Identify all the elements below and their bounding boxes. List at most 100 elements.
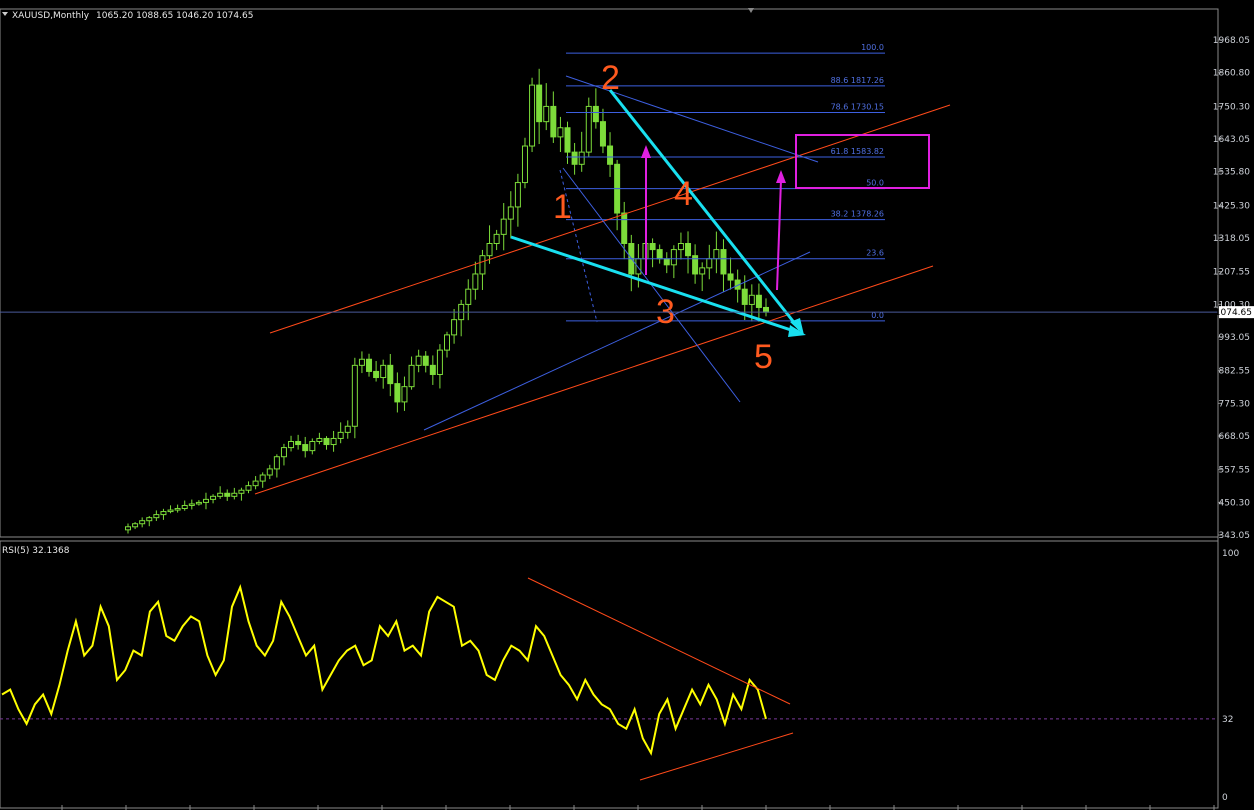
candle-body — [585, 105, 592, 153]
candle-body — [741, 288, 748, 305]
wave-label-1: 1 — [553, 188, 572, 226]
candle-body — [415, 355, 422, 366]
candle-body — [167, 509, 174, 513]
candle-body — [188, 503, 195, 506]
candle-body — [550, 105, 557, 138]
price-tick-label: 1750.30 — [1213, 102, 1250, 112]
candle-body — [224, 492, 231, 497]
price-tick-label: 668.05 — [1219, 432, 1251, 442]
candle-body — [210, 495, 217, 500]
candle-body — [649, 242, 656, 251]
fib-level-label: 88.6 1817.26 — [831, 76, 884, 85]
candle-body — [366, 358, 373, 372]
price-tick-label: 343.05 — [1219, 531, 1251, 541]
wave-label-2: 2 — [601, 59, 620, 97]
candle-body — [607, 145, 614, 165]
candle-body — [422, 355, 429, 366]
candle-body — [337, 431, 344, 439]
candle-body — [266, 468, 273, 476]
candle-body — [493, 233, 500, 244]
rsi-tick-label: 0 — [1222, 793, 1228, 803]
price-tick-label: 882.55 — [1219, 367, 1251, 377]
candle-body — [720, 249, 727, 275]
candle-body — [309, 440, 316, 452]
fib-level-label: 61.8 1583.82 — [831, 147, 884, 156]
candle-body — [153, 514, 160, 519]
candle-body — [139, 520, 146, 525]
fib-level-label: 38.2 1378.26 — [831, 210, 884, 219]
candle-body — [160, 511, 167, 516]
candle-body — [685, 242, 692, 257]
candle-body — [663, 258, 670, 266]
candle-body — [174, 508, 181, 511]
candle-body — [727, 273, 734, 281]
candle-body — [429, 364, 436, 375]
candle-body — [217, 492, 224, 497]
candle-body — [245, 485, 252, 491]
price-tick-label: 557.55 — [1219, 466, 1251, 476]
candle-body — [323, 437, 330, 446]
candle-body — [677, 242, 684, 251]
price-tick-label: 1535.80 — [1213, 168, 1250, 178]
candle-body — [195, 501, 202, 505]
candle-body — [748, 294, 755, 305]
price-tick-label: 1318.05 — [1213, 234, 1250, 244]
candle-body — [146, 517, 153, 522]
candle-body — [238, 489, 245, 494]
price-tick-label: 1643.05 — [1213, 135, 1250, 145]
rsi-title: RSI(5) 32.1368 — [2, 546, 70, 556]
candle-body — [557, 127, 564, 138]
candle-body — [387, 364, 394, 385]
candle-body — [330, 437, 337, 446]
candle-body — [252, 480, 259, 487]
candle-body — [181, 504, 188, 510]
current-price-label: 1074.65 — [1215, 308, 1252, 318]
candle-body — [280, 447, 287, 458]
candle-body — [592, 105, 599, 123]
fib-level-label: 50.0 — [866, 179, 884, 188]
candle-body — [514, 182, 521, 208]
candle-body — [564, 127, 571, 153]
candle-body — [125, 526, 131, 531]
candle-body — [344, 425, 351, 433]
candle-body — [408, 364, 415, 388]
candle-body — [132, 523, 139, 528]
candle-body — [401, 386, 408, 403]
candle-body — [635, 258, 642, 275]
candle-body — [231, 492, 238, 497]
candle-body — [351, 364, 358, 427]
candle-body — [486, 242, 493, 257]
price-tick-label: 1425.30 — [1213, 201, 1250, 211]
rsi-tick-label: 100 — [1222, 549, 1239, 559]
chart-canvas[interactable]: XAUUSD,Monthly 1065.20 1088.65 1046.20 1… — [0, 0, 1254, 810]
candle-body — [202, 498, 209, 503]
candle-body — [373, 370, 380, 379]
candle-body — [571, 151, 578, 165]
candle-body — [713, 249, 720, 260]
candle-body — [444, 334, 450, 351]
candle-body — [599, 121, 606, 147]
candle-body — [451, 319, 458, 336]
candle-body — [706, 258, 713, 269]
candle-body — [465, 288, 472, 305]
price-tick-label: 1968.05 — [1213, 36, 1250, 46]
candle-body — [500, 218, 507, 235]
candle-body — [699, 267, 706, 275]
candle-body — [479, 255, 486, 275]
rsi-panel — [0, 540, 1219, 809]
candle-body — [358, 358, 365, 366]
candle-body — [755, 294, 762, 308]
candle-body — [259, 474, 266, 482]
rsi-tick-label: 32 — [1222, 715, 1233, 725]
candle-body — [288, 440, 295, 449]
candle-body — [656, 249, 663, 260]
fib-level-label: 78.6 1730.15 — [831, 102, 884, 111]
candle-body — [543, 105, 550, 123]
wave-label-4: 4 — [674, 175, 693, 213]
ohlc-readout: 1065.20 1088.65 1046.20 1074.65 — [96, 11, 253, 21]
fib-level-label: 23.6 — [866, 249, 884, 258]
candle-body — [394, 383, 401, 403]
candle-body — [529, 84, 536, 147]
candle-body — [273, 456, 280, 470]
candle-body — [578, 151, 585, 165]
